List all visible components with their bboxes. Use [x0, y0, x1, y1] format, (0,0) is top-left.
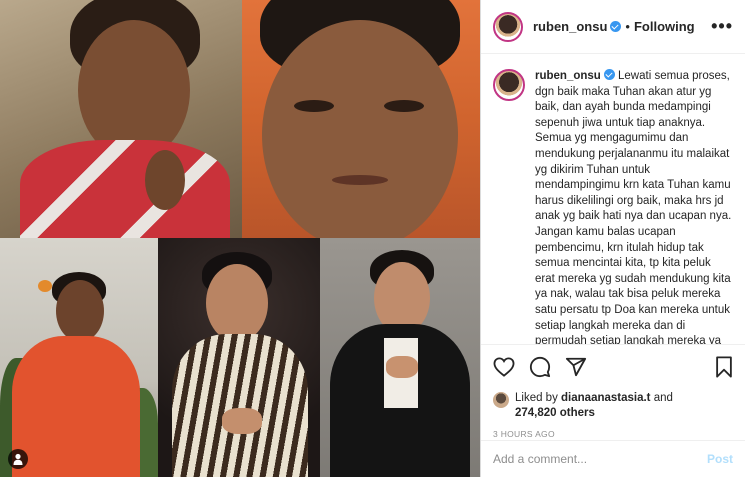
post-header: ruben_onsu • Following •••: [481, 0, 745, 54]
comment-form: Post: [481, 440, 745, 477]
caption-body: Lewati semua proses, dgn baik maka Tuhan…: [535, 70, 732, 344]
username-link[interactable]: ruben_onsu: [533, 19, 607, 34]
comment-input[interactable]: [493, 452, 707, 466]
avatar[interactable]: [493, 11, 523, 42]
post-image-collage[interactable]: [0, 0, 480, 477]
heart-icon[interactable]: [493, 357, 515, 377]
photo-boy-batik-shirt: [158, 238, 320, 477]
post-sidebar: ruben_onsu • Following ••• ruben_onsu Le…: [480, 0, 745, 477]
photo-boy-orange-shirt: [0, 238, 158, 477]
likes-text: Liked by dianaanastasia.t and 274,820 ot…: [515, 391, 673, 421]
caption-section: ruben_onsu Lewati semua proses, dgn baik…: [481, 55, 745, 344]
following-button[interactable]: Following: [634, 19, 695, 34]
likes-prefix: Liked by: [515, 392, 562, 404]
photo-boy-closeup: [242, 0, 480, 238]
separator-dot: •: [625, 19, 630, 34]
likes-conjunction: and: [650, 392, 673, 404]
post-comment-button[interactable]: Post: [707, 452, 733, 466]
user-glyph: [13, 453, 23, 465]
more-options-icon[interactable]: •••: [711, 16, 733, 37]
bookmark-icon[interactable]: [715, 356, 733, 378]
photo-boy-tuxedo: [320, 238, 480, 477]
post-timestamp[interactable]: 3 HOURS AGO: [493, 429, 733, 439]
liker-avatar[interactable]: [493, 392, 509, 408]
comment-icon[interactable]: [529, 356, 551, 378]
post-actions: Liked by dianaanastasia.t and 274,820 ot…: [481, 344, 745, 439]
caption-username-link[interactable]: ruben_onsu: [535, 70, 601, 82]
likes-others-link[interactable]: 274,820 others: [515, 407, 595, 419]
liker-username-link[interactable]: dianaanastasia.t: [561, 392, 650, 404]
action-icons: [493, 355, 733, 379]
caption-avatar[interactable]: [493, 69, 525, 101]
photo-toddler: [0, 0, 242, 238]
caption-text: ruben_onsu Lewati semua proses, dgn baik…: [535, 69, 733, 344]
likes-summary: Liked by dianaanastasia.t and 274,820 ot…: [493, 391, 733, 421]
share-icon[interactable]: [565, 356, 587, 378]
caption-verified-badge-icon: [603, 69, 615, 80]
user-icon[interactable]: [8, 449, 28, 469]
verified-badge-icon: [610, 21, 622, 32]
